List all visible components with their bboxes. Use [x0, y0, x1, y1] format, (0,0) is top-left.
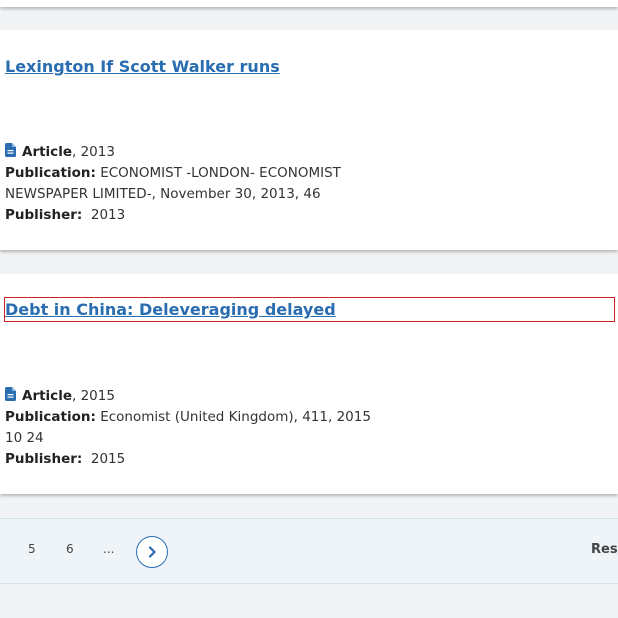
result-type: Article [22, 388, 72, 404]
result-card-previous [0, 0, 618, 7]
result-publisher: Publisher: 2013 [5, 205, 385, 226]
result-meta: Article, 2015 Publication: Economist (Un… [5, 386, 385, 470]
publication-label: Publication: [5, 409, 96, 425]
publication-label: Publication: [5, 165, 96, 181]
result-card: Lexington If Scott Walker runs Article, … [0, 30, 618, 250]
page-ellipsis: ... [103, 542, 115, 556]
chevron-right-icon [148, 546, 156, 558]
pagination-bar: 5 6 ... Res [0, 518, 618, 584]
publisher-value: 2015 [82, 451, 126, 467]
publisher-label: Publisher: [5, 451, 83, 467]
publisher-value: 2013 [82, 207, 126, 223]
result-publisher: Publisher: 2015 [5, 449, 385, 470]
result-year: , 2013 [71, 144, 115, 160]
result-meta: Article, 2013 Publication: ECONOMIST -LO… [5, 142, 385, 226]
result-year: , 2015 [71, 388, 115, 404]
result-publication: Publication: ECONOMIST -LONDON- ECONOMIS… [5, 163, 385, 205]
publisher-label: Publisher: [5, 207, 83, 223]
result-title-link[interactable]: Debt in China: Deleveraging delayed [5, 300, 336, 320]
result-card: Debt in China: Deleveraging delayed Arti… [0, 274, 618, 494]
result-type-line: Article, 2013 [5, 142, 385, 163]
document-icon [5, 387, 16, 401]
next-page-button[interactable] [136, 536, 168, 568]
result-publication: Publication: Economist (United Kingdom),… [5, 407, 385, 449]
page-link-6[interactable]: 6 [66, 542, 74, 556]
result-type: Article [22, 144, 72, 160]
page-link-5[interactable]: 5 [28, 542, 36, 556]
result-title-link[interactable]: Lexington If Scott Walker runs [5, 57, 280, 77]
document-icon [5, 143, 16, 157]
result-type-line: Article, 2015 [5, 386, 385, 407]
search-results-page: Lexington If Scott Walker runs Article, … [0, 0, 618, 618]
results-label: Res [591, 542, 618, 557]
